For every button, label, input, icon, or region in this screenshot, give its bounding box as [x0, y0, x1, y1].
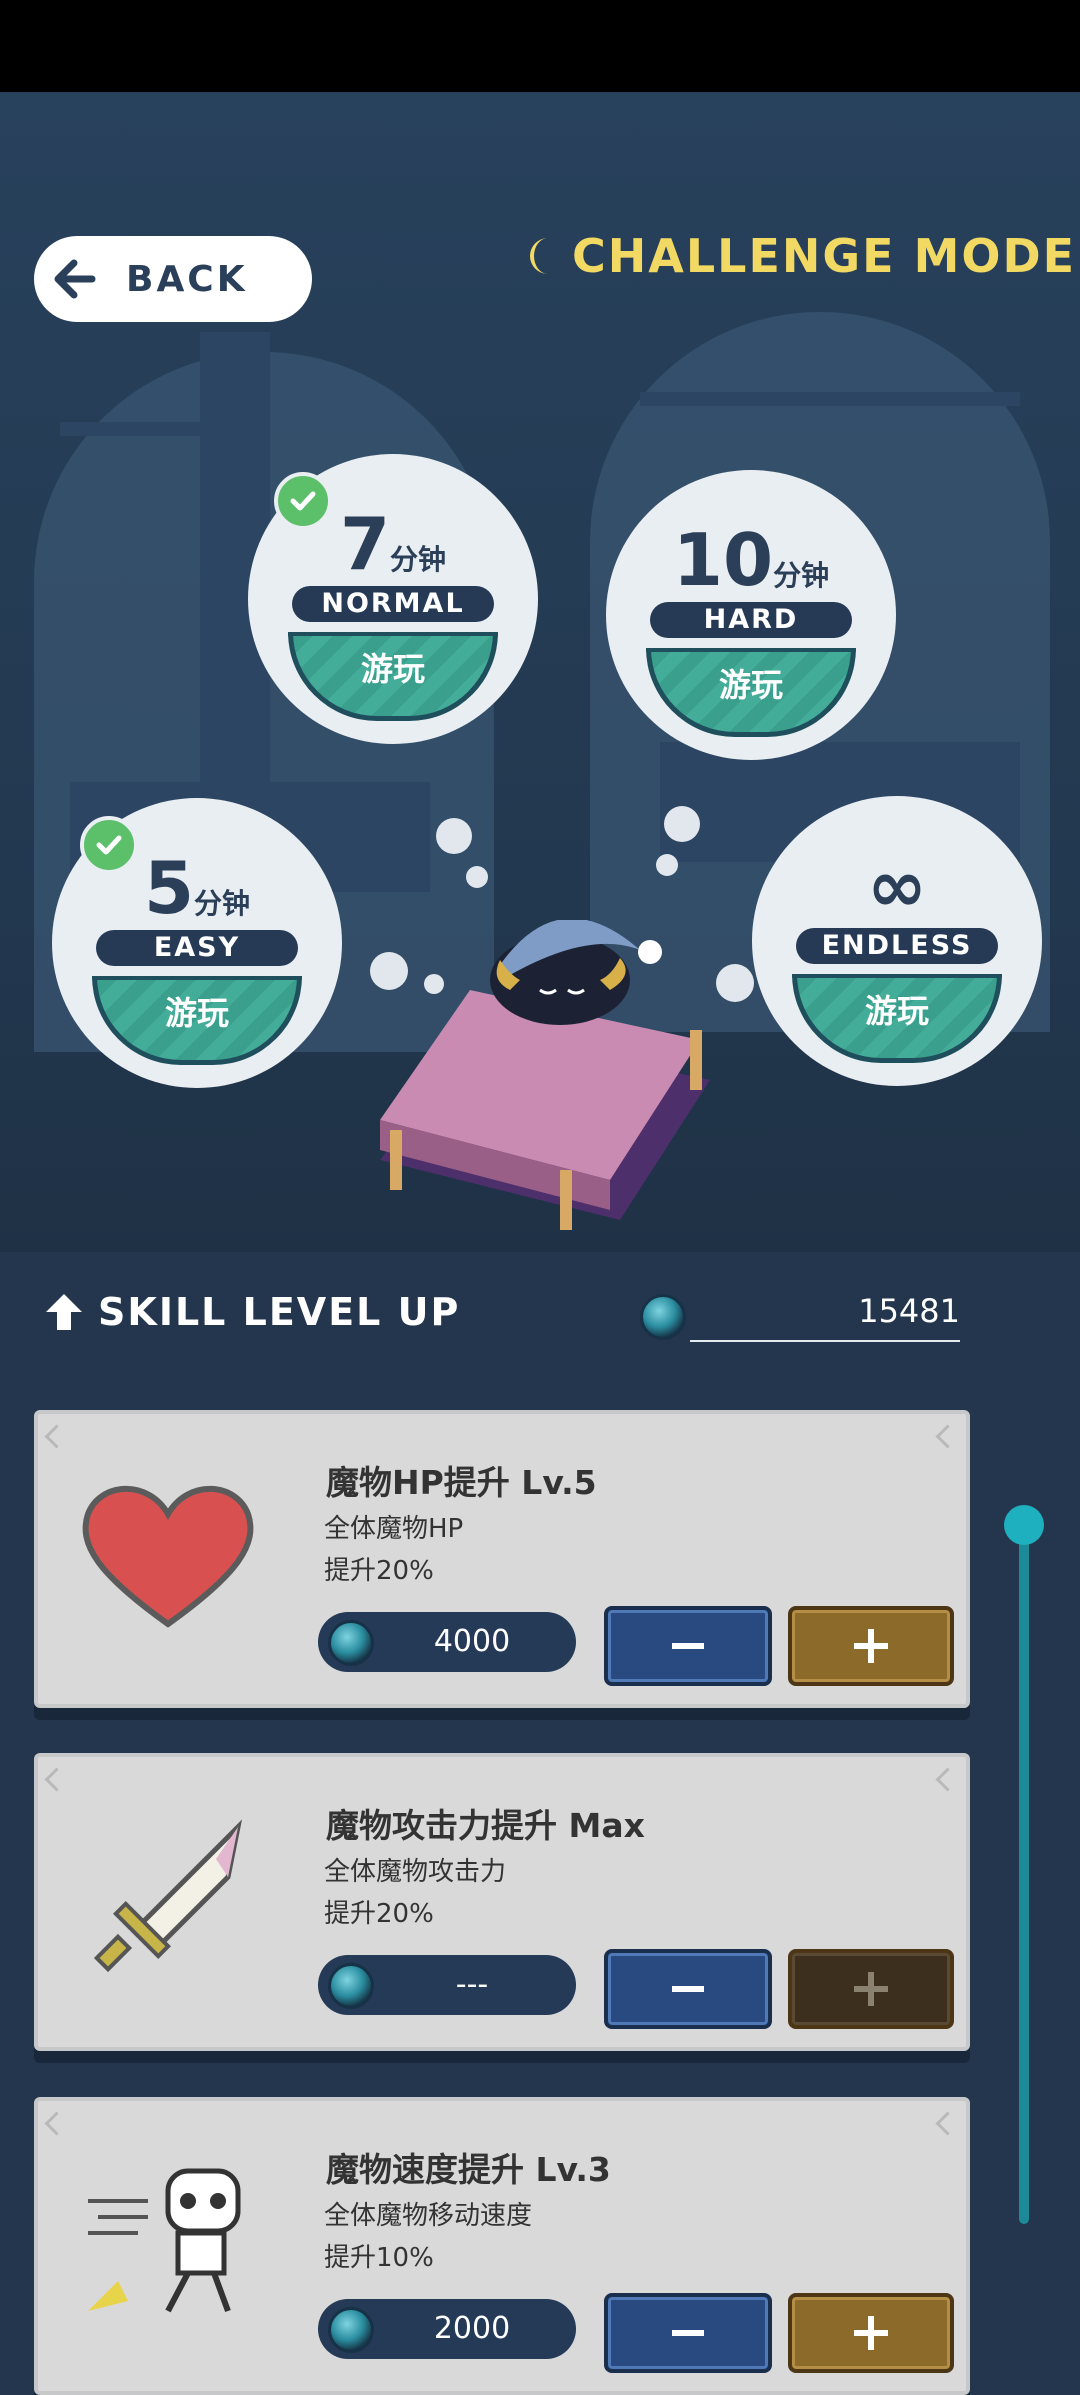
dream-bubble — [436, 818, 472, 854]
skill-card-speed: 魔物速度提升 Lv.3 全体魔物移动速度 提升10% 2000 — [34, 2097, 970, 2395]
skill-cost: 4000 — [318, 1612, 576, 1672]
decrease-level-button[interactable] — [604, 2293, 772, 2373]
dream-bubble — [664, 806, 700, 842]
dream-bubble — [466, 866, 488, 888]
background-shelf — [640, 392, 1020, 406]
decrease-level-button[interactable] — [604, 1606, 772, 1686]
completed-check-icon — [80, 816, 138, 874]
completed-check-icon — [274, 472, 332, 530]
decrease-level-button[interactable] — [604, 1949, 772, 2029]
increase-level-button-disabled[interactable] — [788, 1949, 954, 2029]
mode-title-text: CHALLENGE MODE — [572, 229, 1077, 283]
scrollbar-thumb[interactable] — [1004, 1505, 1044, 1545]
skill-card-hp: 魔物HP提升 Lv.5 全体魔物HP 提升20% 4000 — [34, 1410, 970, 1708]
currency-value: 15481 — [858, 1292, 960, 1330]
difficulty-label: NORMAL — [292, 586, 494, 622]
card-corner-ornament — [935, 2111, 960, 2136]
skill-level-up-header: SKILL LEVEL UP — [44, 1290, 460, 1334]
skill-card-attack: 魔物攻击力提升 Max 全体魔物攻击力 提升20% --- — [34, 1753, 970, 2051]
difficulty-label: EASY — [96, 930, 298, 966]
back-button[interactable]: BACK — [34, 236, 312, 322]
skill-description: 全体魔物攻击力 — [324, 1857, 507, 1887]
skill-effect: 提升20% — [324, 1556, 434, 1586]
skill-effect: 提升20% — [324, 1899, 434, 1929]
orb-currency-icon — [640, 1294, 686, 1340]
currency-underline — [690, 1340, 960, 1342]
difficulty-label: HARD — [650, 602, 852, 638]
mode-time: 10分钟 — [672, 518, 830, 602]
orb-currency-icon — [328, 1620, 374, 1666]
skill-header-title: SKILL LEVEL UP — [98, 1290, 461, 1334]
skill-cost: --- — [318, 1955, 576, 2015]
card-corner-ornament — [935, 1767, 960, 1792]
status-bar — [0, 0, 1080, 92]
skill-description: 全体魔物移动速度 — [324, 2201, 533, 2231]
scrollbar-track[interactable] — [1019, 1522, 1029, 2224]
card-corner-ornament — [44, 1767, 69, 1792]
skill-effect: 提升10% — [324, 2243, 434, 2273]
mode-card-endless: ∞ ENDLESS 游玩 — [762, 806, 1032, 1076]
skill-description: 全体魔物HP — [324, 1514, 464, 1544]
back-arrow-icon — [54, 259, 96, 299]
card-corner-ornament — [935, 1424, 960, 1449]
mode-time: ∞ — [762, 844, 1032, 928]
infinity-icon: ∞ — [867, 844, 927, 928]
mode-card-hard: 10分钟 HARD 游玩 — [616, 480, 886, 750]
orb-currency-icon — [328, 2307, 374, 2353]
currency-display: 15481 — [640, 1290, 960, 1342]
orb-currency-icon — [328, 1963, 374, 2009]
arrow-up-icon — [46, 1294, 82, 1330]
skill-name: 魔物HP提升 Lv.5 — [326, 1463, 597, 1502]
increase-level-button[interactable] — [788, 1606, 954, 1686]
dream-bubble — [656, 854, 678, 876]
sleeping-monster-bed — [380, 920, 710, 1230]
back-label: BACK — [126, 258, 248, 300]
running-skeleton-icon — [88, 2168, 241, 2313]
card-corner-ornament — [44, 2111, 69, 2136]
sword-icon — [93, 1819, 243, 1973]
mode-title: CHALLENGE MODE — [520, 226, 1076, 286]
heart-icon — [82, 1485, 254, 1628]
moon-icon — [530, 238, 548, 274]
skill-cost: 2000 — [318, 2299, 576, 2359]
difficulty-label: ENDLESS — [796, 928, 998, 964]
skill-name: 魔物攻击力提升 Max — [326, 1806, 645, 1845]
card-corner-ornament — [44, 1424, 69, 1449]
skill-name: 魔物速度提升 Lv.3 — [326, 2150, 611, 2189]
increase-level-button[interactable] — [788, 2293, 954, 2373]
dream-bubble — [716, 964, 754, 1002]
